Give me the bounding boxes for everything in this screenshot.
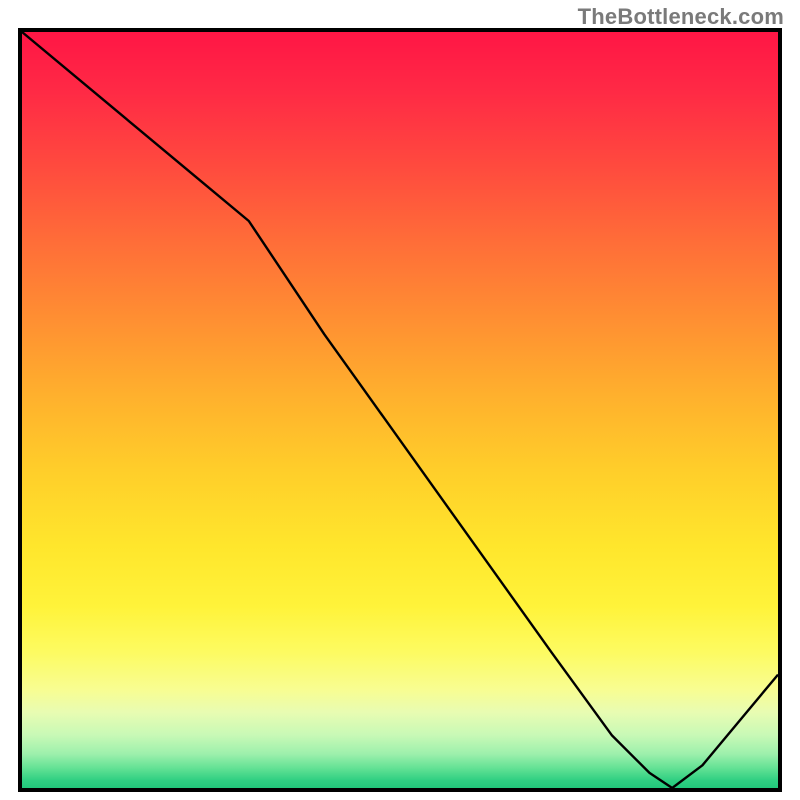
plot-area (18, 28, 782, 792)
watermark-text: TheBottleneck.com (578, 4, 784, 30)
chart-stage: TheBottleneck.com (0, 0, 800, 800)
curve-svg (22, 32, 778, 788)
bottleneck-curve (22, 32, 778, 788)
